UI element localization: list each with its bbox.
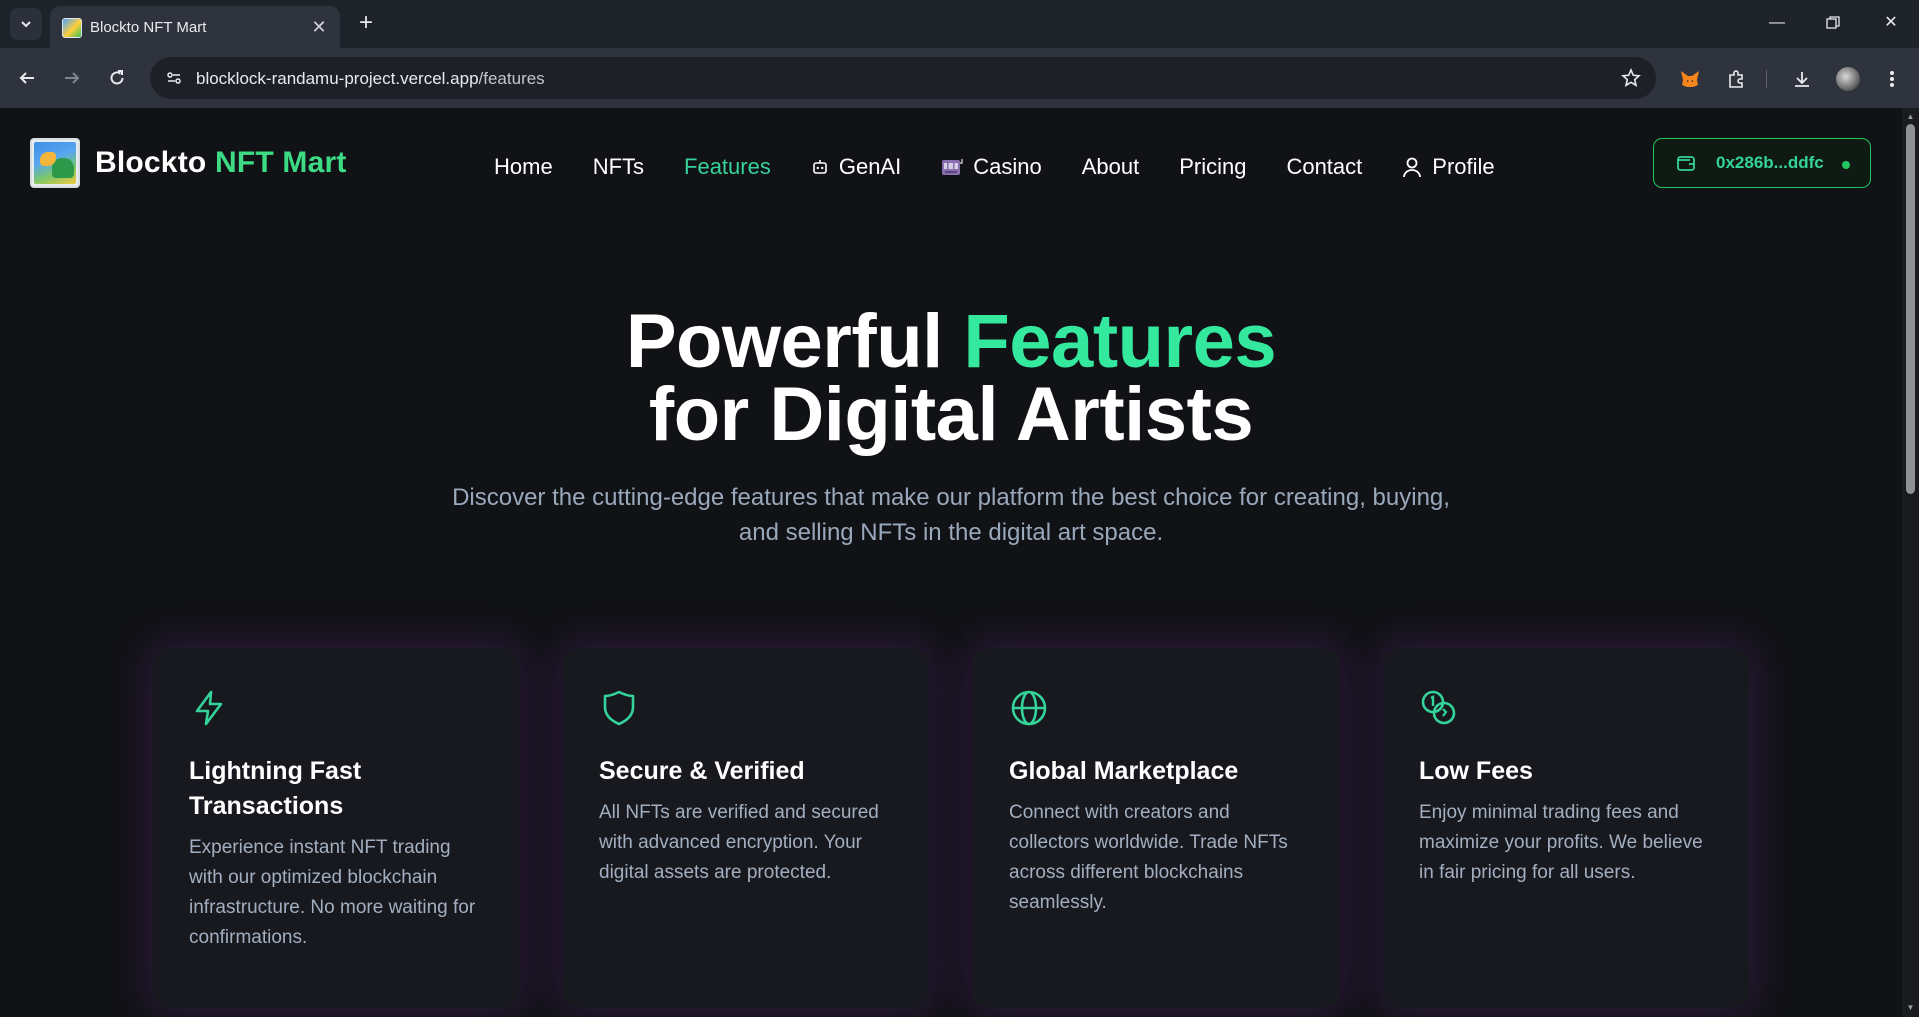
nav-genai[interactable]: GenAI [811,154,901,180]
hero-title-line-2: for Digital Artists [648,372,1254,457]
nav-label: Contact [1286,154,1363,179]
minimize-icon[interactable]: — [1762,10,1792,36]
nav-label: Profile [1432,154,1495,179]
page-scrollbar[interactable]: ▲ ▼ [1902,108,1919,1017]
site-header: Blockto NFT Mart Home NFTs Features GenA… [0,108,1902,218]
feature-description: All NFTs are verified and secured with a… [599,802,879,883]
url-host: blocklock-randamu-project.vercel.app [196,69,479,88]
shield-icon [599,688,639,728]
nav-label: Pricing [1179,154,1247,179]
nav-home[interactable]: Home [494,154,553,180]
scroll-up-icon[interactable]: ▲ [1906,112,1915,122]
tab-title: Blockto NFT Mart [90,19,207,36]
nav-label: Home [494,154,553,179]
feature-description: Enjoy minimal trading fees and maximize … [1419,802,1703,883]
chevron-down-icon [21,21,31,28]
brand-main: Blockto [95,146,207,179]
scroll-down-icon[interactable]: ▼ [1906,1003,1915,1013]
browser-tab-active[interactable]: Blockto NFT Mart ✕ [50,6,340,48]
tab-search-button[interactable] [10,8,42,40]
nav-label: Casino [973,154,1042,179]
nav-label: NFTs [592,154,645,179]
tab-close-icon[interactable]: ✕ [308,16,330,38]
extensions-puzzle-icon[interactable] [1722,65,1750,93]
nav-contact[interactable]: Contact [1286,154,1362,180]
lightning-icon [189,688,229,728]
nav-casino[interactable]: Casino [941,154,1042,180]
close-window-icon[interactable]: ✕ [1876,10,1906,36]
robot-icon [811,158,829,176]
browser-tabbar: Blockto NFT Mart ✕ + — ✕ [0,0,1919,48]
browser-toolbar: blocklock-randamu-project.vercel.app/fea… [0,48,1919,108]
back-icon[interactable] [12,63,42,93]
feature-description: Connect with creators and collectors wor… [1009,802,1288,913]
restore-icon[interactable] [1818,10,1848,36]
browser-menu-icon[interactable] [1878,65,1906,93]
reload-icon[interactable] [102,63,132,93]
user-icon [1402,156,1422,178]
toolbar-divider [1766,70,1767,88]
wallet-address: 0x286b...ddfc [1716,153,1824,172]
hero-subtitle: Discover the cutting-edge features that … [452,484,1450,546]
scrollbar-thumb[interactable] [1906,124,1915,494]
nav-profile[interactable]: Profile [1402,154,1495,180]
nav-label: Features [684,154,771,179]
nav-nfts[interactable]: NFTs [593,154,644,180]
connected-status-dot [1842,161,1850,169]
brand-name[interactable]: Blockto NFT Mart [95,146,347,180]
wallet-icon [1676,154,1696,172]
nav-label: About [1081,154,1140,179]
nav-pricing[interactable]: Pricing [1179,154,1246,180]
coins-icon [1419,688,1459,728]
feature-card: Secure & Verified All NFTs are verified … [563,648,929,1008]
new-tab-button[interactable]: + [352,10,380,38]
feature-title: Secure & Verified [599,757,805,785]
nav-about[interactable]: About [1082,154,1140,180]
favicon-icon [62,18,82,38]
slot-machine-icon [941,157,963,177]
brand-accent: NFT Mart [214,146,347,179]
nav-features[interactable]: Features [684,154,771,180]
hero-title-line-1: Powerful Features [0,304,1902,380]
feature-card: Lightning Fast Transactions Experience i… [153,648,519,1008]
feature-card: Low Fees Enjoy minimal trading fees and … [1383,648,1749,1008]
address-bar[interactable]: blocklock-randamu-project.vercel.app/fea… [150,57,1656,99]
site-info-icon[interactable] [160,64,188,92]
download-icon[interactable] [1788,65,1816,93]
feature-title: Global Marketplace [1009,757,1239,785]
wallet-connect-button[interactable]: 0x286b...ddfc [1653,138,1871,188]
profile-avatar[interactable] [1834,65,1862,93]
site-logo[interactable] [30,138,80,188]
feature-description: Experience instant NFT trading with our … [189,837,476,948]
feature-title: Low Fees [1419,757,1533,785]
bookmark-star-icon[interactable] [1620,67,1642,89]
feature-card: Global Marketplace Connect with creators… [973,648,1339,1008]
metamask-extension-icon[interactable] [1676,65,1704,93]
forward-icon[interactable] [57,63,87,93]
main-nav: Home NFTs Features GenAI Casino About Pr… [494,152,1535,182]
feature-title: Lightning Fast Transactions [189,757,362,820]
nav-label: GenAI [838,154,902,179]
page-viewport: Blockto NFT Mart Home NFTs Features GenA… [0,108,1902,1017]
url-path: /features [478,69,545,88]
globe-icon [1009,688,1049,728]
url-text: blocklock-randamu-project.vercel.app/fea… [196,69,545,89]
